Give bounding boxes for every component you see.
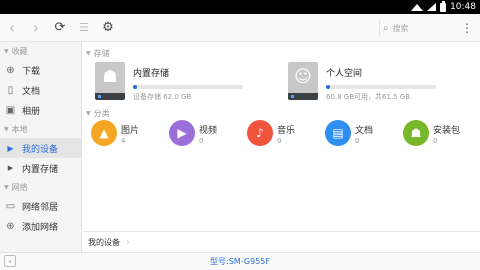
sidebar-item-label: 我的设备	[22, 144, 59, 155]
section-label: 存储	[93, 49, 110, 58]
category-count: 0	[355, 137, 360, 145]
sidebar-section-label: 本地	[11, 124, 28, 134]
sidebar-item-documents[interactable]: ▯ 文档	[0, 80, 81, 100]
caret-down-icon: ▼	[4, 183, 9, 191]
bottom-bar: ‹ 型号:SM-G955F	[0, 252, 480, 270]
toolbar: ‹ › ⟳ ☰ ⚙ ⌕ 搜索 ⋮	[0, 14, 480, 42]
sidebar-item-label: 下载	[22, 66, 41, 77]
device-model: 型号:SM-G955F	[210, 257, 270, 266]
search-icon: ⌕	[383, 22, 389, 34]
section-label: 分类	[93, 109, 110, 118]
category-list: ▲ 图片 4 ▶ 视频 0 ♪ 音乐 0 ▤ 文档 0 ☗ 安装包 0	[91, 120, 480, 146]
main-content: ▼ 存储 ☗ 内置存储 设备存储 62.0 GB ☺ 个人空间 60.8 GB可…	[83, 42, 480, 230]
toolbar-divider	[379, 20, 380, 36]
chevron-left-icon: ‹	[8, 18, 16, 37]
view-mode-button[interactable]: ☰	[72, 14, 96, 42]
category-count: 0	[433, 137, 438, 145]
search-placeholder: 搜索	[392, 23, 409, 33]
sidebar-item-label: 文档	[22, 86, 41, 97]
category-label: 视频	[199, 126, 218, 136]
breadcrumb-item[interactable]: 我的设备	[88, 237, 120, 248]
category-count: 4	[121, 137, 126, 145]
category-label: 文档	[355, 126, 374, 136]
settings-button[interactable]: ⚙	[96, 14, 120, 42]
sidebar-section-favorites[interactable]: ▼ 收藏	[0, 42, 81, 60]
category-pictures[interactable]: ▲ 图片 4	[91, 120, 169, 146]
breadcrumb: 我的设备 ›	[83, 231, 480, 252]
sidebar-item-label: 相册	[22, 106, 41, 117]
sidebar-section-network[interactable]: ▼ 网络	[0, 178, 81, 196]
storage-card-internal[interactable]: ☗ 内置存储 设备存储 62.0 GB	[95, 62, 243, 104]
more-vertical-icon: ⋮	[461, 21, 473, 35]
category-section-title[interactable]: ▼ 分类	[86, 108, 110, 119]
monitor-icon: ▭	[5, 200, 16, 212]
sidebar-item-album[interactable]: ▣ 相册	[0, 100, 81, 120]
chevron-right-icon: ▶	[7, 143, 14, 153]
sidebar-item-downloads[interactable]: ⊕ 下载	[0, 60, 81, 80]
refresh-button[interactable]: ⟳	[48, 14, 72, 42]
android-icon: ☗	[403, 120, 429, 146]
sidebar-item-label: 添加网络	[22, 222, 59, 233]
chevron-right-icon: ›	[32, 18, 40, 37]
document-icon: ▤	[325, 120, 351, 146]
chevron-left-icon: ‹	[8, 256, 12, 266]
sidebar-item-label: 网络邻居	[22, 202, 59, 213]
caret-down-icon: ▼	[4, 125, 9, 133]
battery-icon	[440, 0, 447, 12]
download-icon: ⊕	[6, 64, 15, 76]
status-bar: 10:48	[0, 0, 480, 14]
signal-icon	[427, 3, 437, 11]
add-circle-icon: ⊕	[6, 220, 15, 232]
caret-down-icon: ▼	[86, 110, 91, 117]
category-packages[interactable]: ☗ 安装包 0	[403, 120, 480, 146]
image-icon: ▣	[5, 104, 16, 116]
breadcrumb-separator-icon: ›	[126, 236, 130, 248]
document-icon: ▯	[7, 84, 14, 96]
collapse-sidebar-button[interactable]: ‹	[4, 255, 16, 267]
category-label: 音乐	[277, 126, 296, 136]
storage-meta: 60.8 GB可用，共61.5 GB	[326, 93, 411, 101]
storage-section-title[interactable]: ▼ 存储	[86, 48, 110, 59]
forward-button[interactable]: ›	[24, 14, 48, 42]
more-menu-button[interactable]: ⋮	[459, 14, 475, 42]
category-count: 0	[277, 137, 282, 145]
sidebar-item-network-neighborhood[interactable]: ▭ 网络邻居	[0, 196, 81, 216]
caret-down-icon: ▼	[86, 50, 91, 57]
sidebar-section-label: 网络	[11, 182, 28, 192]
caret-down-icon: ▼	[4, 47, 9, 55]
picture-icon: ▲	[91, 120, 117, 146]
category-count: 0	[199, 137, 204, 145]
sidebar-item-add-network[interactable]: ⊕ 添加网络	[0, 216, 81, 236]
sidebar-item-my-device[interactable]: ▶ 我的设备	[0, 138, 81, 158]
search-input[interactable]: ⌕ 搜索	[383, 20, 449, 36]
gear-icon: ⚙	[102, 20, 114, 35]
storage-usage-bar	[326, 85, 436, 89]
category-label: 安装包	[433, 126, 461, 136]
wifi-icon	[411, 3, 424, 11]
storage-usage-bar	[133, 85, 243, 89]
category-label: 图片	[121, 126, 140, 136]
list-icon: ☰	[79, 21, 89, 34]
category-videos[interactable]: ▶ 视频 0	[169, 120, 247, 146]
sidebar-item-label: 内置存储	[22, 164, 59, 175]
person-drive-icon: ☺	[288, 62, 318, 100]
storage-name: 内置存储	[133, 69, 170, 79]
status-time: 10:48	[450, 2, 476, 12]
sidebar-section-label: 收藏	[11, 46, 28, 56]
refresh-icon: ⟳	[54, 20, 66, 35]
video-icon: ▶	[169, 120, 195, 146]
android-drive-icon: ☗	[95, 62, 125, 100]
chevron-right-icon: ▶	[7, 164, 14, 172]
category-documents[interactable]: ▤ 文档 0	[325, 120, 403, 146]
sidebar-item-internal-storage[interactable]: ▶ 内置存储	[0, 158, 81, 178]
category-music[interactable]: ♪ 音乐 0	[247, 120, 325, 146]
storage-meta: 设备存储 62.0 GB	[133, 93, 192, 101]
sidebar: ▼ 收藏 ⊕ 下载 ▯ 文档 ▣ 相册 ▼ 本地 ▶ 我的设备 ▶ 内置存储 ▼…	[0, 42, 82, 252]
back-button[interactable]: ‹	[0, 14, 24, 42]
storage-card-personal[interactable]: ☺ 个人空间 60.8 GB可用，共61.5 GB	[288, 62, 436, 104]
sidebar-section-local[interactable]: ▼ 本地	[0, 120, 81, 138]
music-icon: ♪	[247, 120, 273, 146]
storage-name: 个人空间	[326, 69, 363, 79]
